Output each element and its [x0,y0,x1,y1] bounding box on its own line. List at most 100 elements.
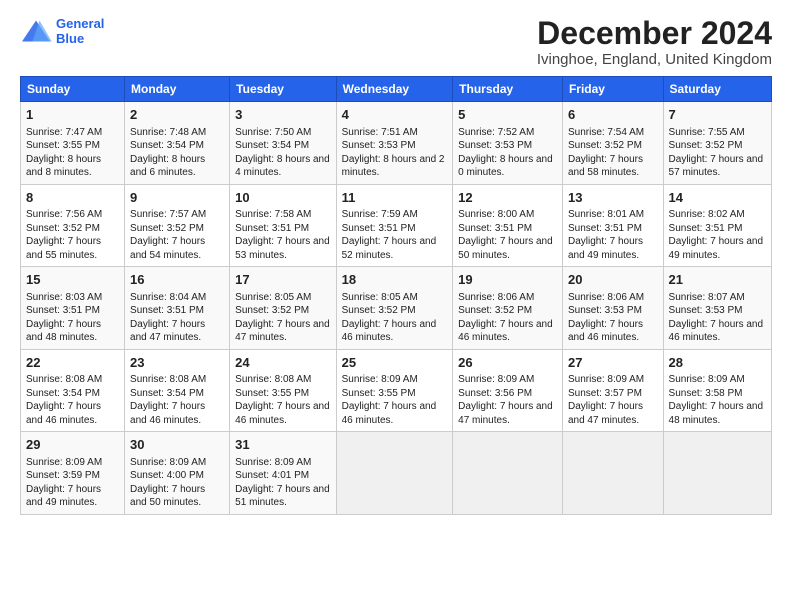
daylight-label: Daylight: 7 hours and 49 minutes. [669,236,764,261]
daylight-label: Daylight: 7 hours and 47 minutes. [458,401,553,426]
calendar-cell: 5Sunrise: 7:52 AMSunset: 3:53 PMDaylight… [453,102,563,185]
sunset: Sunset: 3:55 PM [26,140,100,151]
day-number: 13 [568,189,658,207]
calendar-cell [453,432,563,515]
day-number: 29 [26,436,119,454]
calendar-cell: 13 Sunrise: 8:01 AM Sunset: 3:51 PM Dayligh… [562,184,663,267]
day-number: 12 [458,189,557,207]
calendar-cell: 8Sunrise: 7:56 AMSunset: 3:52 PMDaylight… [21,184,125,267]
day-number: 25 [342,354,448,372]
daylight-label: Daylight: 8 hours and 8 minutes. [26,154,101,179]
sunset: Sunset: 3:54 PM [235,140,309,151]
daylight-label: Daylight: 7 hours and 46 minutes. [130,401,205,426]
calendar-table: Sunday Monday Tuesday Wednesday Thursday… [20,76,772,515]
daylight-label: Daylight: 7 hours and 47 minutes. [130,319,205,344]
col-friday: Friday [562,77,663,102]
day-number: 6 [568,106,658,124]
calendar-cell: 12Sunrise: 8:00 AMSunset: 3:51 PMDayligh… [453,184,563,267]
day-number: 20 [568,271,658,289]
sunset: Sunset: 3:57 PM [568,388,642,399]
calendar-cell: 19Sunrise: 8:06 AMSunset: 3:52 PMDayligh… [453,267,563,350]
day-number: 30 [130,436,224,454]
day-number: 8 [26,189,119,207]
sunset: Sunset: 3:54 PM [130,140,204,151]
day-number: 22 [26,354,119,372]
header-row: Sunday Monday Tuesday Wednesday Thursday… [21,77,772,102]
day-number: 3 [235,106,330,124]
calendar-cell: 25Sunrise: 8:09 AMSunset: 3:55 PMDayligh… [336,349,453,432]
calendar-cell [562,432,663,515]
page: General Blue December 2024 Ivinghoe, Eng… [0,0,792,525]
calendar-cell: 27Sunrise: 8:09 AMSunset: 3:57 PMDayligh… [562,349,663,432]
calendar-cell: 9Sunrise: 7:57 AMSunset: 3:52 PMDaylight… [125,184,230,267]
day-number: 21 [669,271,766,289]
sunrise: Sunrise: 8:09 AM [458,374,534,385]
calendar-cell: 14Sunrise: 8:02 AMSunset: 3:51 PMDayligh… [663,184,771,267]
day-number: 14 [669,189,766,207]
day-number: 11 [342,189,448,207]
sunset: Sunset: 3:51 PM [130,305,204,316]
sunset: Sunset: 3:51 PM [568,223,642,234]
calendar-cell [336,432,453,515]
daylight-label: Daylight: 7 hours and 54 minutes. [130,236,205,261]
daylight-label: Daylight: 7 hours and 49 minutes. [568,236,643,261]
calendar-cell: 18Sunrise: 8:05 AMSunset: 3:52 PMDayligh… [336,267,453,350]
week-row-1: 1Sunrise: 7:47 AMSunset: 3:55 PMDaylight… [21,102,772,185]
calendar-cell: 1Sunrise: 7:47 AMSunset: 3:55 PMDaylight… [21,102,125,185]
day-number: 7 [669,106,766,124]
calendar-cell: 16Sunrise: 8:04 AMSunset: 3:51 PMDayligh… [125,267,230,350]
daylight-label: Daylight: 7 hours and 46 minutes. [342,319,437,344]
daylight-label: Daylight: 8 hours and 4 minutes. [235,154,330,179]
week-row-5: 29Sunrise: 8:09 AMSunset: 3:59 PMDayligh… [21,432,772,515]
sunrise: Sunrise: 8:01 AM [568,209,644,220]
week-row-3: 15 Sunrise: 8:03 AM Sunset: 3:51 PM Dayligh… [21,267,772,350]
daylight-label: Daylight: 7 hours and 47 minutes. [235,319,330,344]
calendar-cell: 4Sunrise: 7:51 AMSunset: 3:53 PMDaylight… [336,102,453,185]
calendar-cell: 6Sunrise: 7:54 AMSunset: 3:52 PMDaylight… [562,102,663,185]
daylight-label: Daylight: 7 hours and 46 minutes. [342,401,437,426]
daylight-label: Daylight: 7 hours and 51 minutes. [235,484,330,509]
calendar-cell: 7Sunrise: 7:55 AMSunset: 3:52 PMDaylight… [663,102,771,185]
sunrise: Sunrise: 8:06 AM [568,292,644,303]
day-number: 2 [130,106,224,124]
day-number: 31 [235,436,330,454]
daylight-label: Daylight: 7 hours and 48 minutes. [26,319,101,344]
sunrise: Sunrise: 7:51 AM [342,127,418,138]
day-number: 1 [26,106,119,124]
sunset: Sunset: 3:51 PM [458,223,532,234]
sunset: Sunset: 3:52 PM [130,223,204,234]
sunset: Sunset: 3:54 PM [130,388,204,399]
daylight-label: Daylight: 7 hours and 48 minutes. [669,401,764,426]
sunrise: Sunrise: 7:52 AM [458,127,534,138]
sunrise: Sunrise: 7:48 AM [130,127,206,138]
sunrise: Sunrise: 8:09 AM [342,374,418,385]
calendar-cell: 28Sunrise: 8:09 AMSunset: 3:58 PMDayligh… [663,349,771,432]
daylight-label: Daylight: 7 hours and 46 minutes. [568,319,643,344]
sunrise: Sunrise: 8:06 AM [458,292,534,303]
day-number: 19 [458,271,557,289]
day-number: 16 [130,271,224,289]
calendar-cell: 20 Sunrise: 8:06 AM Sunset: 3:53 PM Dayligh… [562,267,663,350]
col-thursday: Thursday [453,77,563,102]
sunrise: Sunrise: 7:55 AM [669,127,745,138]
sunset: Sunset: 3:53 PM [568,305,642,316]
logo-icon [20,17,52,45]
calendar-cell: 17Sunrise: 8:05 AMSunset: 3:52 PMDayligh… [230,267,336,350]
sunrise: Sunrise: 8:05 AM [342,292,418,303]
sunrise: Sunrise: 8:09 AM [26,457,102,468]
day-number: 15 [26,271,119,289]
sunset: Sunset: 3:56 PM [458,388,532,399]
calendar-cell: 3Sunrise: 7:50 AMSunset: 3:54 PMDaylight… [230,102,336,185]
daylight-label: Daylight: 7 hours and 53 minutes. [235,236,330,261]
sunset: Sunset: 3:51 PM [26,305,100,316]
sunset: Sunset: 3:55 PM [235,388,309,399]
sunrise: Sunrise: 8:09 AM [235,457,311,468]
daylight-label: Daylight: 8 hours and 2 minutes. [342,154,445,179]
sunset: Sunset: 3:51 PM [669,223,743,234]
daylight-label: Daylight: 7 hours and 55 minutes. [26,236,101,261]
daylight-label: Daylight: 7 hours and 47 minutes. [568,401,643,426]
sunrise: Sunrise: 8:03 AM [26,292,102,303]
sunrise: Sunrise: 8:07 AM [669,292,745,303]
sunset: Sunset: 3:52 PM [458,305,532,316]
title-area: December 2024 Ivinghoe, England, United … [537,16,772,68]
